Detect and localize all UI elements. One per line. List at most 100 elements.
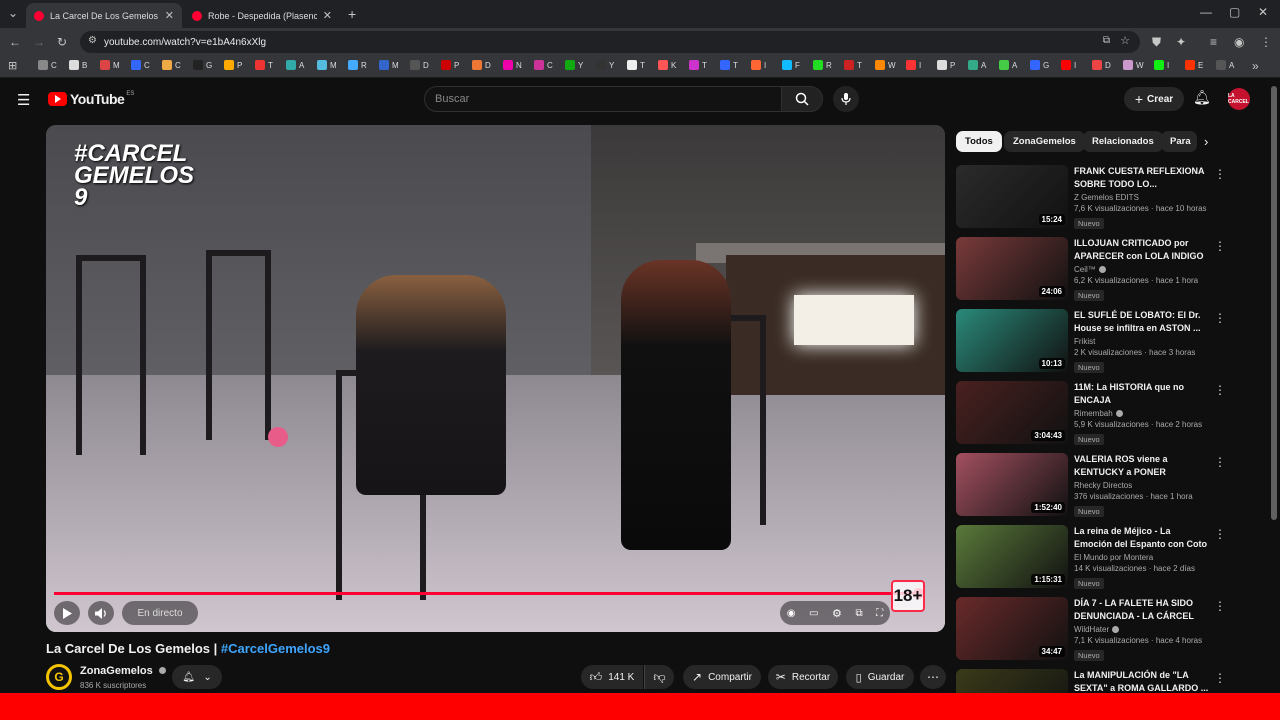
bookmark-item[interactable]: I — [1061, 60, 1076, 70]
video-thumbnail[interactable]: 24:06 — [956, 237, 1068, 300]
video-title[interactable]: EL SUFLÉ DE LOBATO: El Dr. House se infi… — [1074, 309, 1210, 335]
recommended-video[interactable]: 24:06 ILLOJUAN CRITICADO por APARECER co… — [956, 237, 1232, 303]
bookmark-item[interactable]: I — [906, 60, 921, 70]
chip-para[interactable]: Para — [1161, 131, 1197, 152]
bookmark-item[interactable]: I — [751, 60, 766, 70]
miniplayer-icon[interactable]: ⧉ — [855, 608, 862, 619]
extensions-icon[interactable]: ✦ — [1176, 35, 1186, 49]
subscription-bell-button[interactable]: 🔔︎ ⌄ — [172, 665, 222, 689]
video-thumbnail[interactable]: 10:13 — [956, 309, 1068, 372]
play-button[interactable] — [54, 601, 80, 625]
chips-next-icon[interactable]: › — [1204, 134, 1208, 149]
search-input[interactable]: Buscar — [424, 86, 782, 112]
channel-name[interactable]: Z Gemelos EDITS — [1074, 193, 1139, 202]
bookmark-item[interactable]: W — [1123, 60, 1144, 70]
video-title[interactable]: 11M: La HISTORIA que no ENCAJA — [1074, 381, 1210, 407]
video-title[interactable]: ILLOJUAN CRITICADO por APARECER con LOLA… — [1074, 237, 1210, 263]
bookmark-item[interactable]: M — [317, 60, 337, 70]
bookmark-item[interactable]: P — [441, 60, 459, 70]
bookmark-item[interactable]: D — [1092, 60, 1111, 70]
apps-grid-icon[interactable]: ⊞ — [8, 59, 17, 72]
bookmark-item[interactable]: C — [38, 60, 57, 70]
recommended-video[interactable]: 1:52:40 VALERIA ROS viene a KENTUCKY a P… — [956, 453, 1232, 519]
save-button[interactable]: ▯ Guardar — [846, 665, 914, 689]
chip-zonagemelos[interactable]: ZonaGemelos — [1004, 131, 1085, 152]
bookmark-item[interactable]: Y — [596, 60, 614, 70]
channel-name[interactable]: Rimembah — [1074, 409, 1113, 418]
shield-extension-icon[interactable]: ⛊ — [1152, 35, 1161, 50]
profile-icon[interactable]: ◉ — [1234, 35, 1244, 49]
bookmark-star-icon[interactable]: ☆ — [1120, 34, 1130, 47]
more-options-icon[interactable]: ⋮ — [1214, 239, 1226, 253]
more-options-icon[interactable]: ⋮ — [1214, 311, 1226, 325]
bookmark-item[interactable]: D — [472, 60, 491, 70]
dislike-button[interactable]: 👎︎ — [644, 665, 674, 689]
video-thumbnail[interactable]: 34:47 — [956, 597, 1068, 660]
live-indicator[interactable]: En directo — [122, 601, 198, 625]
recommended-video[interactable]: 10:13 EL SUFLÉ DE LOBATO: El Dr. House s… — [956, 309, 1232, 375]
bookmark-item[interactable]: M — [379, 60, 399, 70]
subtitles-icon[interactable]: ▭ — [809, 608, 818, 619]
bookmark-item[interactable]: P — [224, 60, 242, 70]
avatar[interactable]: LA CARCEL — [1228, 88, 1250, 110]
hamburger-menu-icon[interactable]: ☰ — [17, 91, 30, 109]
channel-name[interactable]: ZonaGemelos — [80, 665, 166, 677]
recommended-video[interactable]: La MANIPULACIÓN de "LA SEXTA" a ROMA GAL… — [956, 669, 1232, 693]
notifications-bell-icon[interactable]: 🔔︎ — [1193, 89, 1211, 106]
bookmark-item[interactable]: F — [782, 60, 800, 70]
more-bookmarks-icon[interactable]: » — [1252, 59, 1259, 73]
more-options-icon[interactable]: ⋮ — [1214, 671, 1226, 685]
like-button[interactable]: 👍︎ 141 K — [581, 665, 643, 689]
bookmark-item[interactable]: N — [503, 60, 522, 70]
video-thumbnail[interactable]: 15:24 — [956, 165, 1068, 228]
reload-icon[interactable]: ↻ — [57, 35, 67, 49]
bookmark-item[interactable]: T — [720, 60, 738, 70]
bookmark-item[interactable]: A — [968, 60, 986, 70]
recommended-video[interactable]: 15:24 FRANK CUESTA REFLEXIONA SOBRE TODO… — [956, 165, 1232, 231]
video-title[interactable]: FRANK CUESTA REFLEXIONA SOBRE TODO LO... — [1074, 165, 1210, 191]
bookmark-item[interactable]: C — [162, 60, 181, 70]
bookmark-item[interactable]: G — [1030, 60, 1049, 70]
recommended-video[interactable]: 34:47 DÍA 7 - LA FALETE HA SIDO DENUNCIA… — [956, 597, 1232, 663]
channel-name[interactable]: Rhecky Directos — [1074, 481, 1132, 490]
video-title[interactable]: DÍA 7 - LA FALETE HA SIDO DENUNCIADA - L… — [1074, 597, 1210, 623]
video-title[interactable]: La MANIPULACIÓN de "LA SEXTA" a ROMA GAL… — [1074, 669, 1210, 693]
bookmark-item[interactable]: T — [255, 60, 273, 70]
bookmark-item[interactable]: M — [100, 60, 120, 70]
more-options-icon[interactable]: ⋮ — [1214, 455, 1226, 469]
video-thumbnail[interactable]: 1:52:40 — [956, 453, 1068, 516]
channel-name[interactable]: Frikist — [1074, 337, 1095, 346]
maximize-icon[interactable]: ▢ — [1229, 5, 1240, 19]
bookmark-item[interactable]: W — [875, 60, 896, 70]
bookmark-item[interactable]: T — [689, 60, 707, 70]
more-options-icon[interactable]: ⋮ — [1214, 527, 1226, 541]
address-bar[interactable]: ⚙ youtube.com/watch?v=e1bA4n6xXlg ⧉ ☆ — [80, 31, 1140, 53]
video-thumbnail[interactable]: 1:15:31 — [956, 525, 1068, 588]
site-info-icon[interactable]: ⚙ — [88, 35, 97, 46]
create-button[interactable]: + Crear — [1124, 87, 1184, 111]
browser-menu-icon[interactable]: ⋮ — [1260, 35, 1272, 49]
fullscreen-icon[interactable]: ⛶ — [876, 608, 883, 619]
channel-name[interactable]: El Mundo por Montera — [1074, 553, 1153, 562]
back-icon[interactable]: ← — [9, 35, 21, 49]
bookmark-item[interactable]: C — [534, 60, 553, 70]
search-button[interactable] — [781, 86, 823, 112]
chip-relacionados[interactable]: Relacionados — [1083, 131, 1163, 152]
more-actions-button[interactable]: ⋯ — [920, 665, 946, 689]
video-thumbnail[interactable]: 3:04:43 — [956, 381, 1068, 444]
bookmark-item[interactable]: Y — [565, 60, 583, 70]
bookmark-item[interactable]: R — [813, 60, 832, 70]
install-app-icon[interactable]: ⧉ — [1103, 35, 1110, 46]
close-tab-icon[interactable]: ✕ — [323, 9, 332, 22]
autoplay-toggle-icon[interactable]: ◉ — [787, 608, 796, 619]
bookmark-item[interactable]: T — [627, 60, 645, 70]
recommended-video[interactable]: 1:15:31 La reina de Méjico - La Emoción … — [956, 525, 1232, 591]
close-tab-icon[interactable]: ✕ — [165, 9, 174, 22]
close-window-icon[interactable]: ✕ — [1258, 5, 1268, 19]
bookmark-item[interactable]: I — [1154, 60, 1169, 70]
new-tab-icon[interactable]: + — [348, 6, 356, 22]
channel-avatar[interactable]: G — [46, 664, 72, 690]
bookmark-item[interactable]: P — [937, 60, 955, 70]
browser-tab[interactable]: Robe - Despedida (Plasencia 14 ✕ — [184, 3, 340, 28]
bookmark-item[interactable]: A — [1216, 60, 1234, 70]
